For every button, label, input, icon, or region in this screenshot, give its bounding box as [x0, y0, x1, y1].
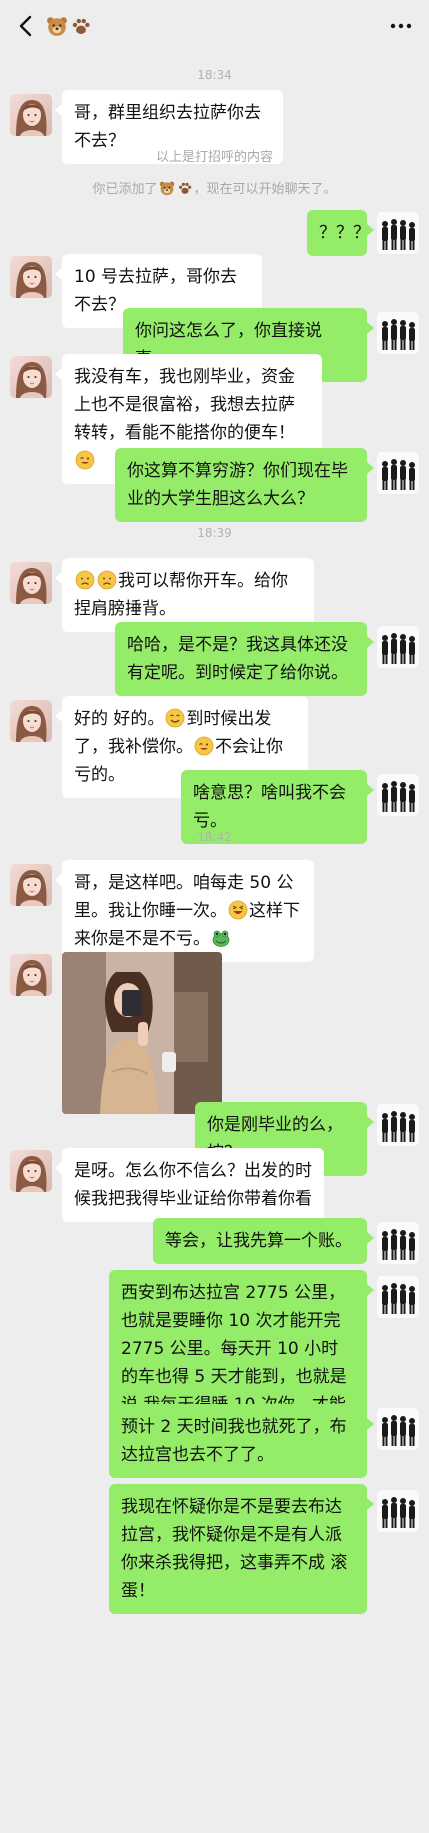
system-added-prefix: 你已添加了: [92, 182, 158, 197]
system-added-note: 你已添加了 ，现在可以开始聊天了。: [0, 178, 429, 197]
frog-emoji-icon: [211, 928, 231, 948]
paw-prints-icon: [70, 15, 92, 37]
smile-emoji-icon: [165, 708, 185, 728]
message-bubble-incoming[interactable]: 我可以帮你开车。给你捏肩膀捶背。: [55, 558, 314, 632]
message-text: 哥，群里组织去拉萨你去不去？: [74, 103, 261, 151]
message-text: 预计 2 天时间我也就死了，布达拉宫也去不了了。: [121, 1417, 347, 1465]
message-bubble-outgoing[interactable]: 等会，让我先算一个账。: [153, 1218, 374, 1264]
timestamp: 18:39: [197, 526, 232, 540]
message-text: 啥意思？啥叫我不会亏。: [193, 783, 346, 831]
message-text: 哈哈，是不是？我这具体还没有定呢。到时候定了给你说。: [127, 635, 348, 683]
message-text: 是呀。怎么你不信么？出发的时候我把我得毕业证给你带着你看: [74, 1161, 312, 1209]
contact-avatar[interactable]: [10, 700, 52, 742]
contact-avatar[interactable]: [10, 954, 52, 996]
system-note: 以上是打招呼的内容: [155, 150, 273, 165]
my-avatar[interactable]: [377, 626, 419, 668]
my-avatar[interactable]: [377, 212, 419, 254]
contact-avatar[interactable]: [10, 94, 52, 136]
smile-emoji-icon: [75, 450, 95, 470]
chat-title: [46, 14, 92, 38]
chevron-left-icon: [19, 15, 32, 37]
timestamp: 18:34: [197, 68, 232, 82]
bear-face-icon: [46, 15, 68, 37]
my-avatar[interactable]: [377, 1104, 419, 1146]
chat-header: [0, 0, 429, 52]
my-avatar[interactable]: [377, 774, 419, 816]
timestamp: 18:42: [197, 830, 232, 844]
selfie-image: [62, 952, 222, 1114]
message-bubble-outgoing[interactable]: 你这算不算穷游？你们现在毕业的大学生胆这么大么？: [115, 448, 374, 522]
message-text: ？？？: [319, 223, 370, 243]
message-text: 我没有车，我也刚毕业，资金上也不是很富裕，我想去拉萨转转，看能不能搭你的便车！: [74, 367, 295, 443]
my-avatar[interactable]: [377, 1222, 419, 1264]
message-text: 你这算不算穷游？你们现在毕业的大学生胆这么大么？: [127, 461, 348, 509]
message-bubble-incoming[interactable]: 哥，是这样吧。咱每走 50 公里。我让你睡一次。 这样下来你是不是不亏。: [55, 860, 314, 962]
contact-avatar[interactable]: [10, 864, 52, 906]
bear-face-icon: [159, 180, 175, 196]
ellipsis-icon: [390, 23, 412, 29]
wink-emoji-icon: [194, 736, 214, 756]
back-button[interactable]: [10, 10, 42, 42]
more-options-button[interactable]: [387, 14, 415, 38]
sad-emoji-icon: [97, 570, 117, 590]
my-avatar[interactable]: [377, 312, 419, 354]
message-bubble-outgoing[interactable]: ？？？: [307, 210, 374, 256]
message-text: 我现在怀疑你是不是要去布达拉宫，我怀疑你是不是有人派你来杀我得把，这事弄不成 滚…: [121, 1497, 348, 1601]
my-avatar[interactable]: [377, 1490, 419, 1532]
message-text: 好的 好的。: [74, 709, 165, 729]
my-avatar[interactable]: [377, 1276, 419, 1318]
my-avatar[interactable]: [377, 1408, 419, 1450]
my-avatar[interactable]: [377, 452, 419, 494]
message-bubble-outgoing[interactable]: 预计 2 天时间我也就死了，布达拉宫也去不了了。: [109, 1404, 374, 1478]
message-bubble-incoming[interactable]: 是呀。怎么你不信么？出发的时候我把我得毕业证给你带着你看: [55, 1148, 324, 1222]
message-text: 等会，让我先算一个账。: [165, 1231, 352, 1251]
contact-avatar[interactable]: [10, 356, 52, 398]
message-bubble-outgoing[interactable]: 哈哈，是不是？我这具体还没有定呢。到时候定了给你说。: [115, 622, 374, 696]
photo-message[interactable]: [62, 952, 222, 1114]
contact-avatar[interactable]: [10, 562, 52, 604]
sad-emoji-icon: [75, 570, 95, 590]
contact-avatar[interactable]: [10, 256, 52, 298]
contact-avatar[interactable]: [10, 1150, 52, 1192]
system-added-suffix: ，现在可以开始聊天了。: [193, 182, 337, 197]
paw-prints-icon: [177, 180, 193, 196]
laughing-emoji-icon: [228, 900, 248, 920]
message-bubble-outgoing[interactable]: 我现在怀疑你是不是要去布达拉宫，我怀疑你是不是有人派你来杀我得把，这事弄不成 滚…: [109, 1484, 374, 1614]
